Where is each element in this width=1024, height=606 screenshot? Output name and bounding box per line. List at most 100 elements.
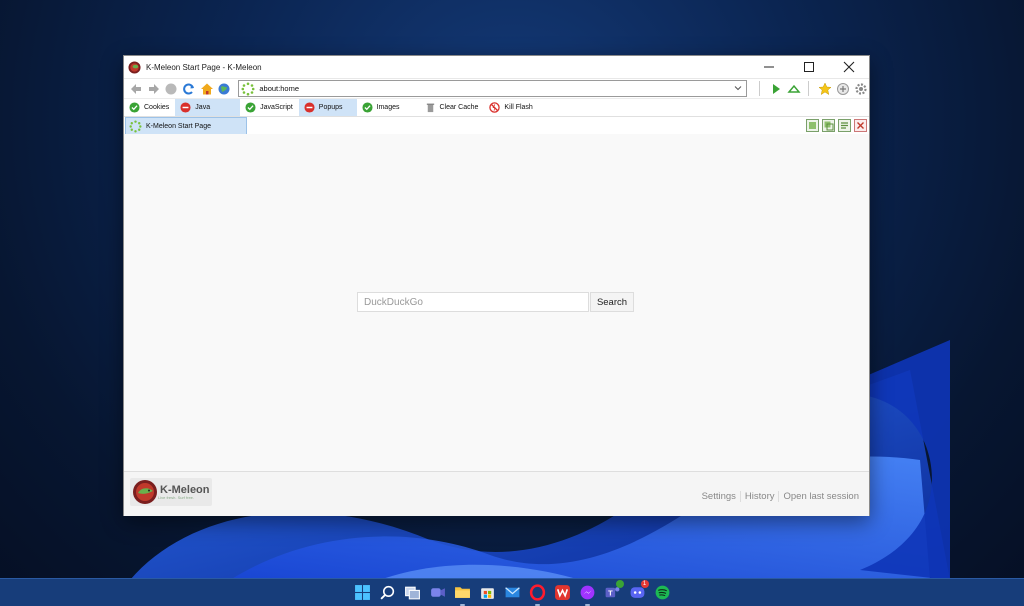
close-icon (843, 61, 855, 73)
privacy-popups-toggle[interactable]: Popups (298, 99, 357, 116)
globe-button[interactable] (216, 80, 233, 97)
play-icon (772, 83, 780, 94)
title-bar[interactable]: K-Meleon Start Page - K-Meleon (124, 56, 869, 78)
back-arrow-icon (131, 83, 142, 94)
file-explorer-button[interactable] (453, 583, 472, 606)
chat-icon (430, 588, 445, 597)
store-icon (480, 588, 494, 599)
chevron-down-icon[interactable] (733, 83, 743, 93)
privacy-cookies-label: Cookies (144, 104, 170, 111)
loading-spinner-icon (241, 82, 255, 95)
window-title: K-Meleon Start Page - K-Meleon (146, 62, 262, 72)
taskbar-search-button[interactable] (378, 583, 397, 602)
opera-icon (529, 584, 545, 601)
privacy-javascript-toggle[interactable]: JavaScript (240, 99, 299, 116)
minimize-icon (764, 66, 774, 68)
home-icon (200, 83, 213, 94)
forward-arrow-icon (148, 83, 159, 94)
bookmarks-button[interactable] (816, 80, 833, 97)
search-button[interactable]: Search (590, 292, 634, 312)
search-input[interactable]: DuckDuckGo (357, 292, 589, 312)
reload-button[interactable] (181, 80, 198, 97)
clear-cache-label: Clear Cache (439, 104, 479, 111)
home-button[interactable] (198, 80, 215, 97)
teams-badge (615, 580, 624, 588)
tab-bar: K-Meleon Start Page (124, 116, 869, 136)
maximize-button[interactable] (789, 56, 829, 78)
k-meleon-app-icon (128, 60, 141, 74)
k-meleon-logo-icon (133, 480, 157, 504)
messenger-icon (580, 585, 594, 600)
messenger-button[interactable] (578, 583, 597, 606)
loading-spinner-icon (129, 120, 142, 133)
green-check-icon (129, 102, 140, 113)
opera-button[interactable] (528, 583, 547, 606)
close-button[interactable] (829, 56, 869, 78)
privacy-javascript-label: JavaScript (260, 104, 293, 111)
tab-k-meleon-start-page[interactable]: K-Meleon Start Page (125, 117, 247, 135)
settings-button[interactable] (852, 80, 869, 97)
green-check-icon (245, 102, 256, 113)
privacy-popups-label: Popups (318, 104, 343, 111)
trash-icon (426, 103, 434, 113)
new-tab-icon[interactable] (806, 119, 819, 132)
green-check-icon (361, 102, 373, 113)
page-content: DuckDuckGo Search (124, 134, 869, 471)
url-text: about:home (259, 84, 299, 93)
stop-button[interactable] (163, 80, 180, 97)
task-view-icon (404, 586, 420, 600)
clear-cache-button[interactable]: Clear Cache (420, 99, 485, 116)
task-view-button[interactable] (403, 583, 422, 602)
mail-icon (504, 587, 520, 598)
reload-icon (183, 83, 194, 95)
privacy-images-label: Images (376, 104, 400, 111)
wps-office-button[interactable] (553, 583, 572, 602)
footer-link-settings[interactable]: Settings (698, 491, 740, 502)
stop-icon (165, 83, 177, 94)
k-meleon-logo: K-Meleon Live fresh. Surf free. (130, 478, 212, 506)
kill-flash-button[interactable]: Kill Flash (484, 99, 538, 116)
star-icon (817, 81, 832, 95)
address-bar[interactable]: about:home (238, 80, 747, 97)
privacy-java-label: Java (195, 104, 211, 111)
go-button[interactable] (767, 80, 784, 97)
tab-list-icon[interactable] (838, 119, 851, 132)
privacy-images-toggle[interactable]: Images (357, 99, 420, 116)
navigation-toolbar: about:home (124, 78, 869, 98)
footer-link-history[interactable]: History (739, 491, 779, 502)
wps-office-icon (554, 585, 570, 600)
taskbar: T 1 (0, 578, 1024, 606)
globe-icon (218, 83, 230, 94)
toolbar-divider (808, 81, 809, 96)
footer-link-open-last-session[interactable]: Open last session (778, 491, 863, 502)
page-footer: K-Meleon Live fresh. Surf free. Settings… (124, 471, 869, 516)
red-block-icon (180, 102, 191, 113)
forward-button[interactable] (146, 80, 163, 97)
mail-button[interactable] (503, 583, 522, 602)
back-button[interactable] (128, 80, 145, 97)
spotify-icon (655, 585, 669, 600)
spotify-button[interactable] (653, 583, 672, 602)
red-block-icon (304, 102, 315, 113)
minimize-button[interactable] (749, 56, 789, 78)
privacy-toolbar: Cookies Java JavaScript Popups Images Cl… (124, 98, 869, 116)
gear-icon (854, 82, 867, 95)
search-icon (379, 585, 394, 600)
browser-window: K-Meleon Start Page - K-Meleon about:hom… (123, 55, 870, 516)
teams-button[interactable]: T (603, 580, 624, 602)
duplicate-tab-icon[interactable] (822, 119, 835, 132)
chat-button[interactable] (428, 583, 447, 602)
discord-button[interactable]: 1 (628, 580, 649, 602)
plus-circle-icon (836, 82, 849, 95)
tab-label: K-Meleon Start Page (146, 123, 211, 130)
add-button[interactable] (834, 80, 851, 97)
logo-text: K-Meleon (160, 483, 210, 496)
privacy-cookies-toggle[interactable]: Cookies (124, 99, 175, 116)
triangle-up-icon (786, 84, 801, 93)
privacy-java-toggle[interactable]: Java (175, 99, 241, 116)
up-button[interactable] (785, 80, 802, 97)
close-tab-icon[interactable] (854, 119, 867, 132)
file-explorer-icon (454, 587, 470, 598)
store-button[interactable] (478, 583, 497, 602)
windows-start-button[interactable] (353, 583, 372, 602)
